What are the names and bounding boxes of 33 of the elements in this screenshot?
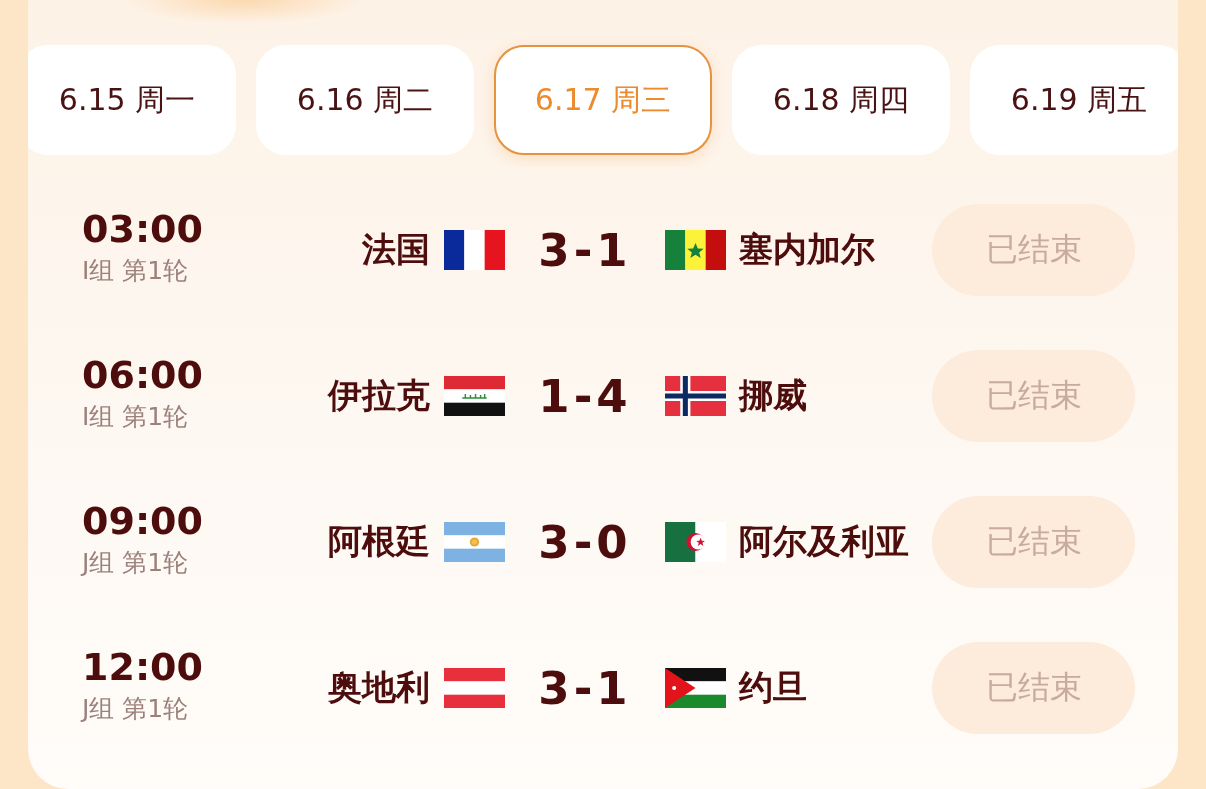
match-stage: I组 第1轮 [82, 401, 189, 432]
home-team-name: 法国 [362, 228, 430, 271]
flag-icon [665, 230, 726, 270]
match-time: 09:00 [82, 500, 203, 544]
match-time: 12:00 [82, 646, 203, 690]
date-tab[interactable]: 6.15 周一 [28, 45, 236, 155]
home-team-name: 奥地利 [328, 666, 430, 709]
away-team-name: 塞内加尔 [739, 228, 875, 271]
date-tab[interactable]: 6.19 周五 [970, 45, 1178, 155]
flag-icon [665, 668, 726, 708]
away-team-name: 阿尔及利亚 [739, 520, 909, 563]
home-team-name: 伊拉克 [328, 374, 430, 417]
match-stage: J组 第1轮 [82, 547, 189, 578]
match-score: 1-4 [538, 369, 632, 423]
flag-icon [444, 230, 505, 270]
away-team-name: 约旦 [739, 666, 807, 709]
home-team-name: 阿根廷 [328, 520, 430, 563]
match-score: 3-1 [538, 661, 632, 715]
flag-icon [444, 668, 505, 708]
match-score: 3-0 [538, 515, 632, 569]
match-stage: J组 第1轮 [82, 693, 189, 724]
away-team-name: 挪威 [739, 374, 807, 417]
match-stage: I组 第1轮 [82, 255, 189, 286]
flag-icon [665, 522, 726, 562]
date-tab[interactable]: 6.17 周三 [494, 45, 712, 155]
flag-icon [665, 376, 726, 416]
match-time: 06:00 [82, 354, 203, 398]
match-time: 03:00 [82, 208, 203, 252]
flag-icon [444, 522, 505, 562]
flag-icon [444, 376, 505, 416]
match-score: 3-1 [538, 223, 632, 277]
date-tab[interactable]: 6.16 周二 [256, 45, 474, 155]
date-tab[interactable]: 6.18 周四 [732, 45, 950, 155]
